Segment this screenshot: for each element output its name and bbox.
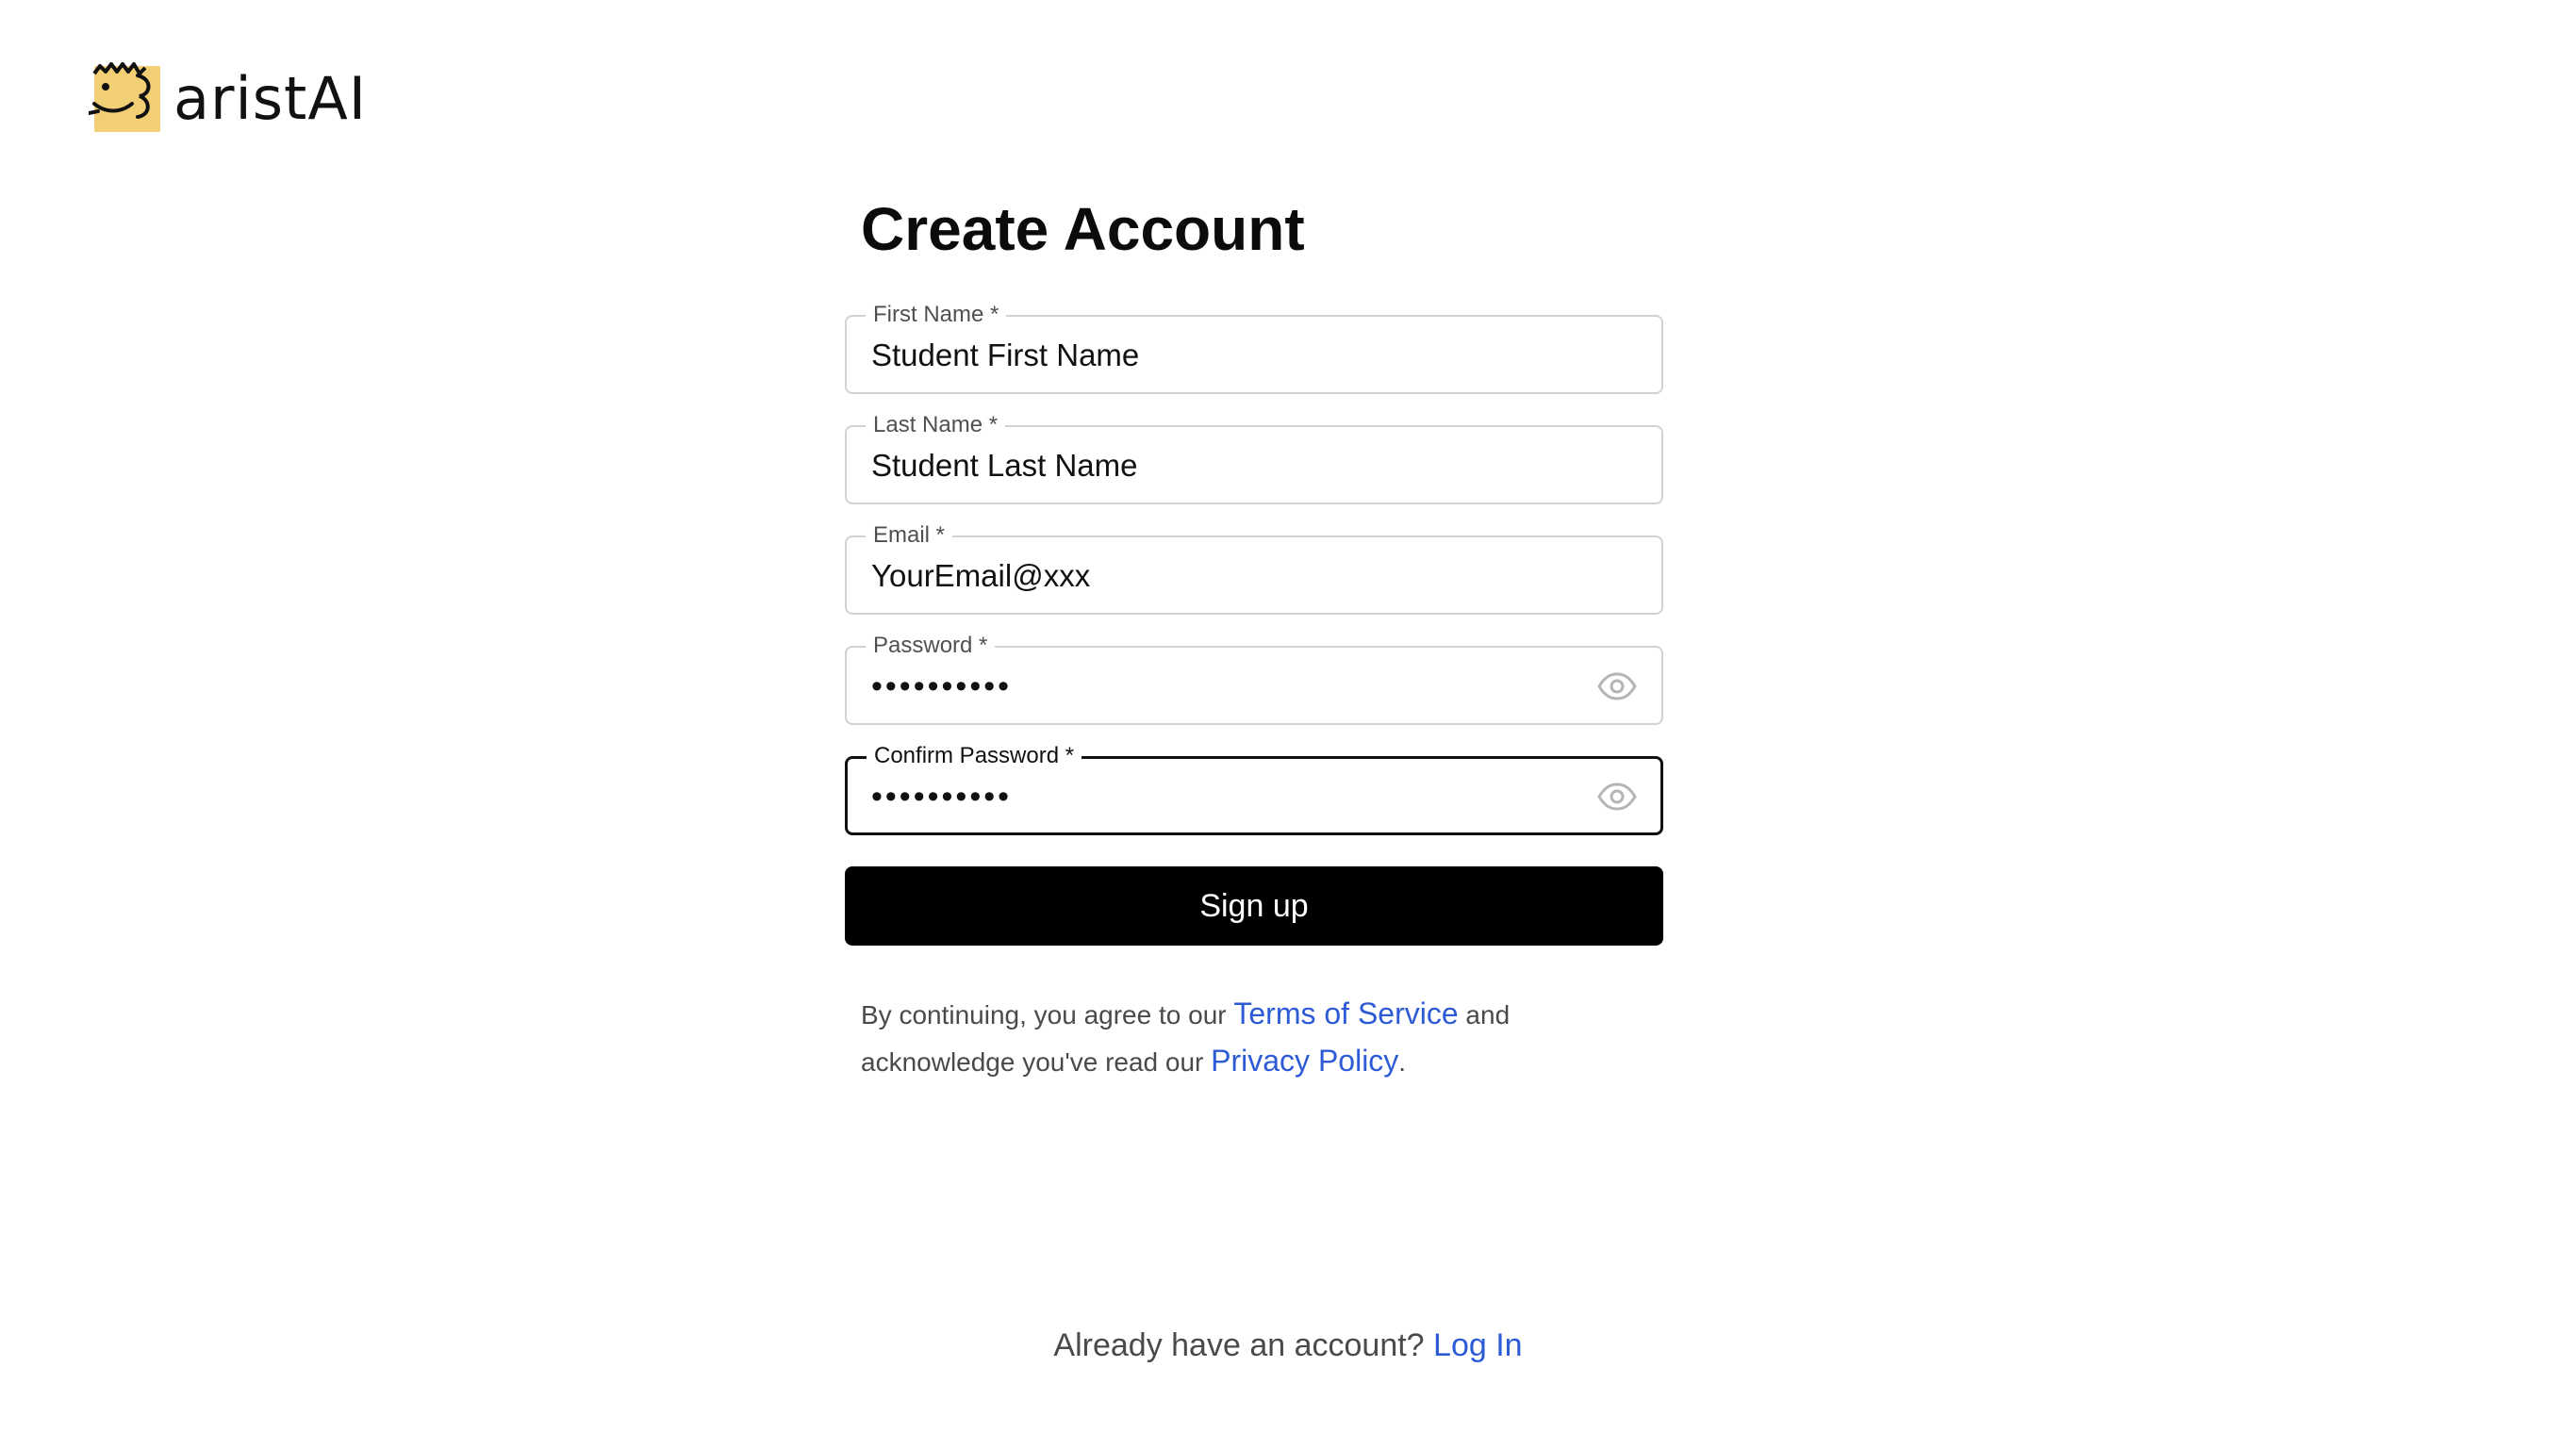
- brand-name: aristAI: [173, 63, 368, 133]
- last-name-input[interactable]: Student Last Name: [871, 447, 1577, 485]
- terms-of-service-link[interactable]: Terms of Service: [1233, 997, 1458, 1030]
- legal-suffix: .: [1398, 1047, 1407, 1077]
- first-name-input[interactable]: Student First Name: [871, 337, 1577, 374]
- password-field[interactable]: Password * ••••••••••: [845, 633, 1663, 725]
- password-label: Password *: [866, 633, 996, 659]
- smiling-face-logo-icon: [87, 62, 160, 134]
- sign-up-button[interactable]: Sign up: [845, 866, 1663, 946]
- brand-logo[interactable]: aristAI: [87, 62, 368, 134]
- privacy-policy-link[interactable]: Privacy Policy: [1211, 1044, 1398, 1078]
- form-fields: First Name * Student First Name Last Nam…: [845, 302, 1663, 835]
- confirm-password-input[interactable]: ••••••••••: [871, 778, 1576, 815]
- email-input[interactable]: YourEmail@xxx: [871, 557, 1577, 595]
- legal-notice: By continuing, you agree to our Terms of…: [861, 991, 1615, 1085]
- eye-icon[interactable]: [1597, 782, 1637, 811]
- last-name-field[interactable]: Last Name * Student Last Name: [845, 412, 1663, 504]
- signup-page: aristAI Create Account First Name * Stud…: [0, 0, 2576, 1433]
- signup-form: Create Account First Name * Student Firs…: [845, 194, 1663, 1085]
- password-input[interactable]: ••••••••••: [871, 667, 1577, 705]
- first-name-field[interactable]: First Name * Student First Name: [845, 302, 1663, 394]
- last-name-label: Last Name *: [866, 412, 1006, 438]
- confirm-password-field[interactable]: Confirm Password * ••••••••••: [845, 743, 1663, 835]
- confirm-password-label: Confirm Password *: [867, 743, 1082, 769]
- login-prompt: Already have an account? Log In: [0, 1327, 2576, 1364]
- page-title: Create Account: [861, 195, 1305, 263]
- email-label: Email *: [866, 522, 953, 549]
- legal-prefix: By continuing, you agree to our: [861, 1000, 1234, 1029]
- first-name-label: First Name *: [866, 302, 1007, 328]
- login-prompt-text: Already have an account?: [1053, 1327, 1434, 1363]
- eye-icon[interactable]: [1597, 672, 1637, 700]
- log-in-link[interactable]: Log In: [1433, 1327, 1523, 1363]
- email-field[interactable]: Email * YourEmail@xxx: [845, 522, 1663, 615]
